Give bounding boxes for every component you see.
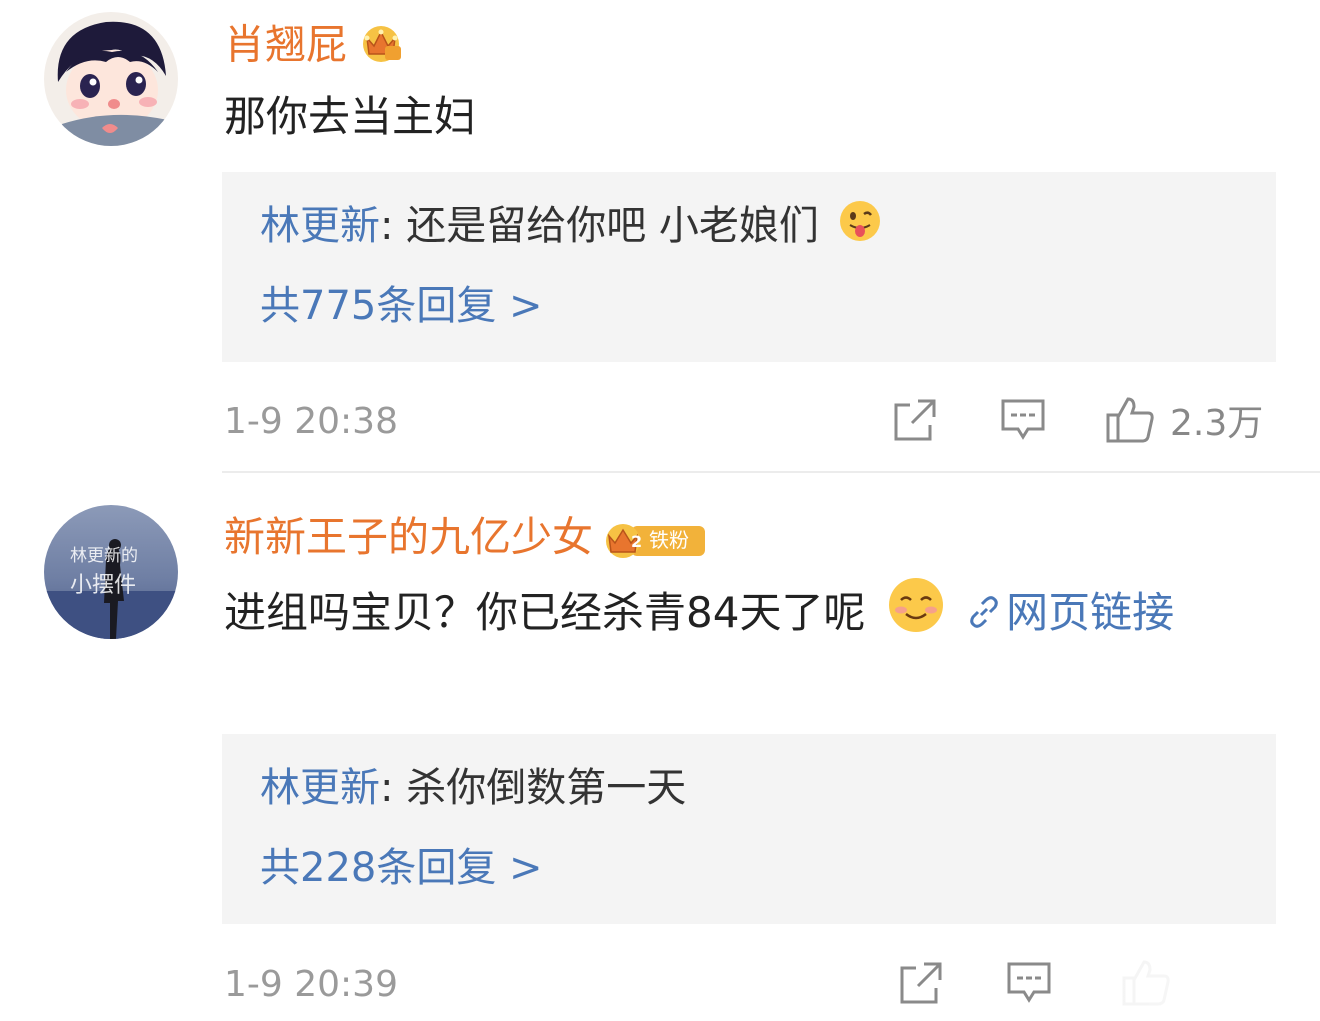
fan-level: 2	[631, 532, 643, 551]
username-text[interactable]: 肖翘屁	[224, 21, 347, 69]
avatar-caption-1: 林更新的	[70, 546, 138, 566]
comment-icon	[1001, 399, 1045, 440]
reply-separator: :	[380, 765, 407, 811]
web-link-label[interactable]: 网页链接	[1006, 588, 1174, 637]
comment-meta: 1-9 20:38 2.3万	[0, 392, 1320, 452]
like-count: 2.3万	[1170, 403, 1264, 444]
share-button[interactable]	[898, 955, 944, 1011]
username-text[interactable]: 新新王子的九亿少女	[224, 513, 593, 561]
avatar-caption-2: 小摆件	[70, 573, 137, 598]
smile-emoji-icon	[887, 576, 945, 655]
cartoon-boy-avatar	[44, 12, 178, 146]
web-link[interactable]: 网页链接	[966, 588, 1174, 637]
comment-text: 那你去当主妇	[224, 92, 477, 141]
fan-badge: 2 铁粉	[603, 520, 707, 560]
link-icon	[966, 581, 1002, 651]
reply-author[interactable]: 林更新	[260, 203, 380, 249]
crown-icon	[357, 18, 405, 77]
thumbs-up-icon	[1106, 397, 1154, 443]
reply-box[interactable]: 林更新: 杀你倒数第一天 共228条回复 >	[222, 734, 1276, 924]
timestamp: 1-9 20:39	[224, 964, 398, 1005]
comment-icon	[1007, 962, 1051, 1003]
share-icon	[894, 399, 936, 441]
comment-divider	[222, 471, 1320, 473]
like-button[interactable]: 2.3万	[1104, 392, 1263, 448]
username[interactable]: 肖翘屁	[224, 18, 405, 77]
timestamp: 1-9 20:38	[224, 401, 398, 442]
reply-count-link[interactable]: 共228条回复 >	[260, 840, 543, 896]
share-icon	[900, 962, 942, 1004]
comment-button[interactable]	[1006, 955, 1052, 1011]
fade-overlay	[1050, 955, 1320, 1021]
reply-line: 林更新: 杀你倒数第一天	[260, 760, 686, 816]
reply-separator: :	[380, 203, 407, 249]
reply-line: 林更新: 还是留给你吧 小老娘们	[260, 198, 882, 258]
comment-text: 进组吗宝贝？你已经杀青84天了呢 网页链接	[224, 576, 1274, 655]
reply-box[interactable]: 林更新: 还是留给你吧 小老娘们 共775条回复 >	[222, 172, 1276, 362]
avatar[interactable]	[44, 12, 178, 146]
username[interactable]: 新新王子的九亿少女 2 铁粉	[224, 512, 707, 562]
comment-button[interactable]	[1000, 392, 1046, 448]
share-button[interactable]	[892, 392, 938, 448]
tongue-emoji-icon	[838, 199, 882, 258]
reply-author[interactable]: 林更新	[260, 765, 380, 811]
avatar[interactable]: 林更新的 小摆件	[44, 505, 178, 639]
fan-badge-label: 铁粉	[649, 528, 689, 552]
reply-count-link[interactable]: 共775条回复 >	[260, 278, 543, 334]
reply-text: 还是留给你吧 小老娘们	[406, 203, 819, 249]
comment-body: 进组吗宝贝？你已经杀青84天了呢	[224, 588, 866, 637]
reply-text: 杀你倒数第一天	[406, 765, 687, 811]
